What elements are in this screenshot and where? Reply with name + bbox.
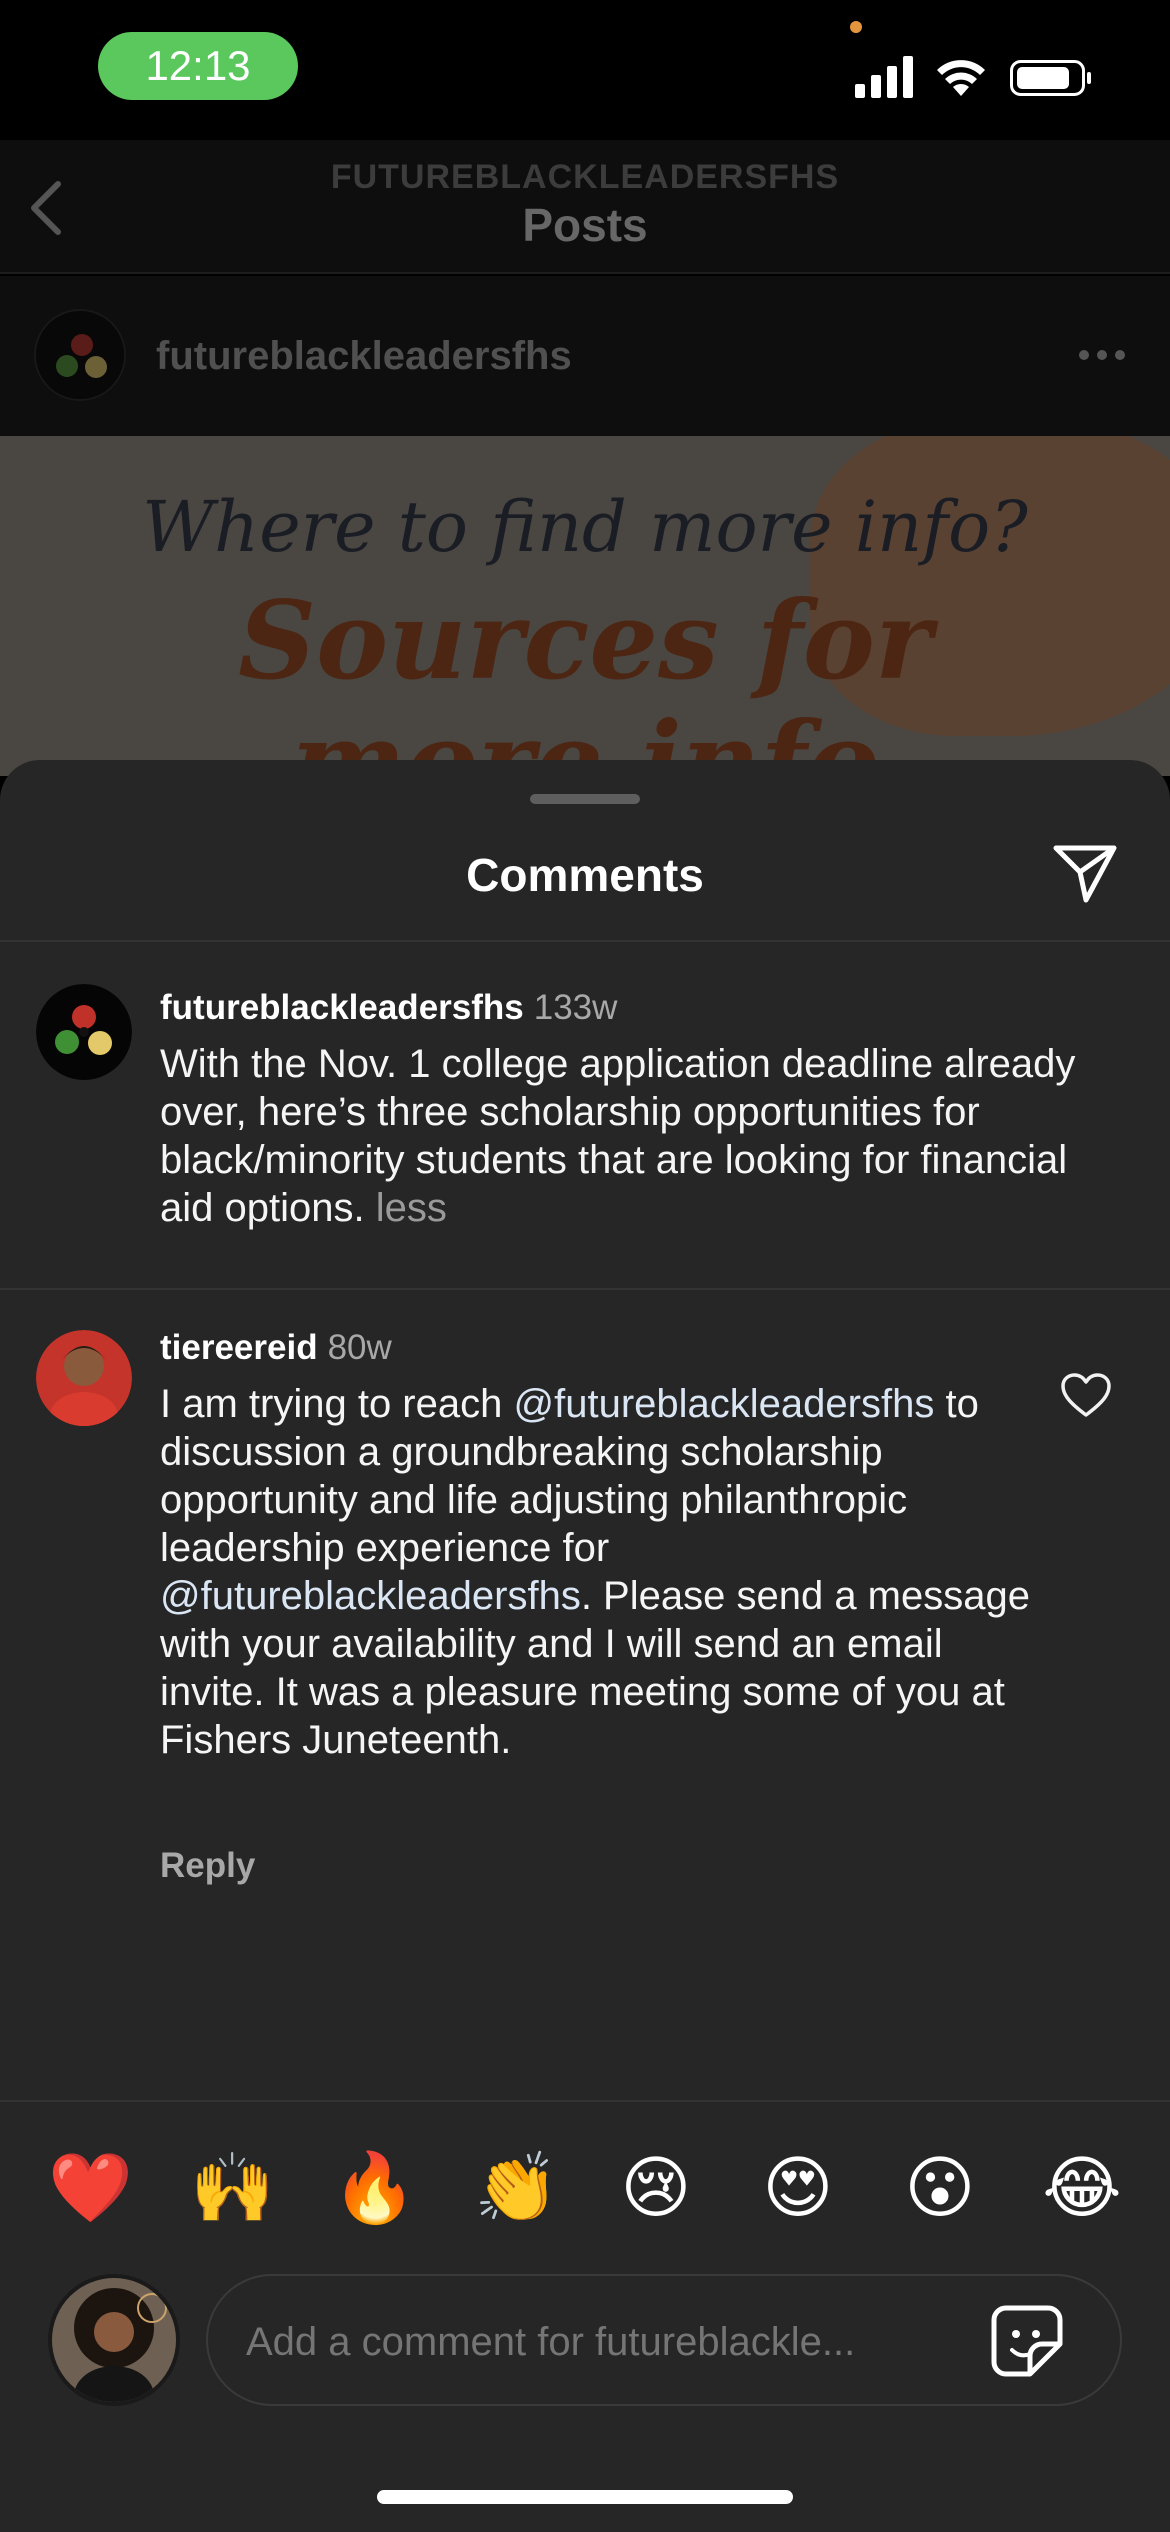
commenter-username[interactable]: tiereereid xyxy=(160,1328,318,1367)
avatar-photo xyxy=(36,1330,132,1426)
caption-age: 133w xyxy=(533,988,618,1027)
home-indicator[interactable] xyxy=(377,2490,793,2504)
status-time: 12:13 xyxy=(98,32,298,100)
emoji-surprised-face[interactable]: 😮 xyxy=(900,2148,980,2228)
comment-text-part-1: I am trying to reach xyxy=(160,1382,503,1426)
comment-text-block: I am trying to reach @futureblackleaders… xyxy=(160,1380,1040,1764)
like-heart-icon[interactable] xyxy=(1060,1372,1112,1418)
post-header: futureblackleadersfhs xyxy=(0,276,1170,436)
divider xyxy=(0,1288,1170,1290)
comment-input[interactable] xyxy=(246,2320,946,2365)
post-image[interactable]: Where to find more info? Sources for mor… xyxy=(0,436,1170,776)
caption-author-avatar[interactable] xyxy=(36,984,132,1080)
wifi-icon xyxy=(937,60,985,96)
emoji-quick-bar: ❤️ 🙌 🔥 👏 😢 😍 😮 😂 xyxy=(0,2100,1170,2270)
status-bar: 12:13 xyxy=(0,0,1170,140)
reply-button[interactable]: Reply xyxy=(160,1846,255,1886)
emoji-raised-hands[interactable]: 🙌 xyxy=(190,2148,275,2228)
current-user-avatar[interactable] xyxy=(48,2274,180,2406)
caption-text-block: With the Nov. 1 college application dead… xyxy=(160,1040,1120,1232)
caption-less-toggle[interactable]: less xyxy=(376,1186,447,1230)
post-image-headline: Sources for more info xyxy=(0,581,1170,776)
commenter-avatar[interactable] xyxy=(36,1330,132,1426)
hands-logo-icon xyxy=(36,311,124,399)
caption-comment: futureblackleadersfhs 133w With the Nov. … xyxy=(0,940,1170,1230)
post-image-headline-line-1: Sources for xyxy=(238,578,932,704)
caption-author-username[interactable]: futureblackleadersfhs xyxy=(160,988,524,1027)
battery-icon xyxy=(1010,60,1091,96)
comments-title: Comments xyxy=(466,849,704,901)
mention-link[interactable]: @futureblackleadersfhs xyxy=(160,1574,581,1618)
mention-link[interactable]: @futureblackleadersfhs xyxy=(514,1382,935,1426)
nav-header: FUTUREBLACKLEADERSFHS Posts xyxy=(0,140,1170,274)
share-send-icon[interactable] xyxy=(1052,844,1118,904)
sticker-icon[interactable] xyxy=(990,2304,1064,2378)
page-title: Posts xyxy=(522,199,648,251)
emoji-red-heart[interactable]: ❤️ xyxy=(48,2148,133,2228)
emoji-crying-face[interactable]: 😢 xyxy=(616,2148,696,2228)
emoji-tears-of-joy[interactable]: 😂 xyxy=(1042,2148,1122,2228)
comment-age: 80w xyxy=(327,1328,392,1367)
post-image-script-text: Where to find more info? xyxy=(142,486,1028,568)
avatar-photo xyxy=(52,2278,176,2402)
caption-meta: futureblackleadersfhs 133w xyxy=(160,988,617,1028)
sheet-grabber-handle[interactable] xyxy=(530,794,640,804)
cellular-signal-icon xyxy=(855,56,913,98)
post-author-avatar[interactable] xyxy=(34,309,126,401)
privacy-indicator-dot xyxy=(850,21,862,33)
emoji-clapping-hands[interactable]: 👏 xyxy=(474,2148,559,2228)
emoji-fire[interactable]: 🔥 xyxy=(332,2148,417,2228)
more-options-icon[interactable] xyxy=(1077,348,1127,362)
post-author-username[interactable]: futureblackleadersfhs xyxy=(156,334,572,379)
emoji-heart-eyes[interactable]: 😍 xyxy=(758,2148,838,2228)
nav-username: FUTUREBLACKLEADERSFHS xyxy=(330,158,840,196)
comment-input-container[interactable] xyxy=(206,2274,1122,2406)
hands-logo-icon xyxy=(36,984,132,1080)
caption-text: With the Nov. 1 college application dead… xyxy=(160,1042,1076,1230)
comment-meta: tiereereid 80w xyxy=(160,1328,392,1368)
